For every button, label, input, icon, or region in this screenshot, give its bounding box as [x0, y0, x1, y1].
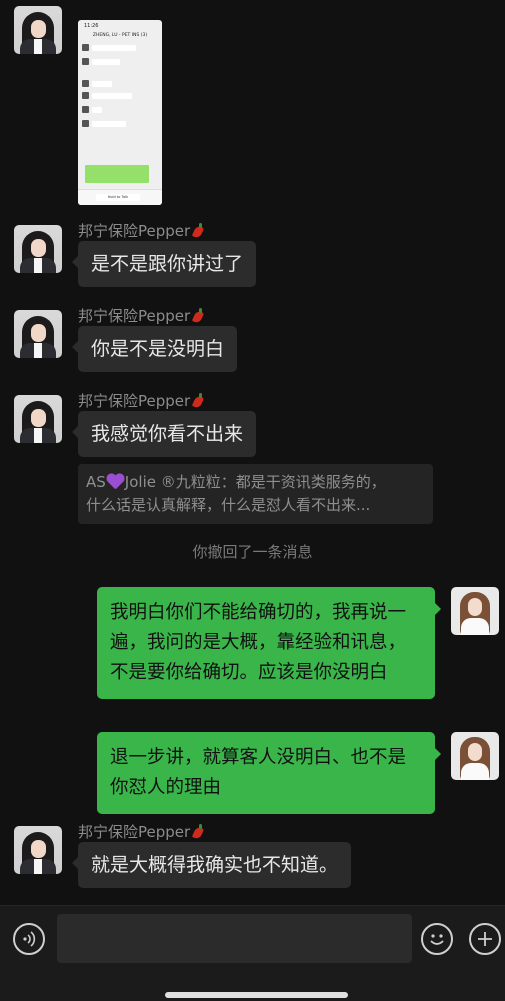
my-message-bubble[interactable]: 退一步讲，就算客人没明白、也不是你怼人的理由 [97, 732, 441, 814]
avatar-pepper[interactable] [14, 225, 62, 273]
sender-name: 邦宁保险Pepper [78, 821, 205, 842]
chat-input-bar [0, 905, 505, 1001]
thumbnail-chat-title: ZHENG, LU - PET INS (3) [92, 33, 148, 38]
message-bubble[interactable]: 我感觉你看不出来 [71, 411, 257, 457]
thumbnail-hold-to-talk: Hold to Talk [96, 194, 140, 201]
my-message-bubble[interactable]: 我明白你们不能给确切的，我再说一遍，我问的是大概，靠经验和讯息，不是要你给确切。… [97, 587, 441, 699]
avatar-pepper[interactable] [14, 310, 62, 358]
avatar-self[interactable] [451, 732, 499, 780]
thumbnail-status-time: 11:26 [84, 23, 99, 29]
sender-name: 邦宁保险Pepper [78, 390, 205, 411]
avatar-pepper[interactable] [14, 6, 62, 54]
emoji-icon[interactable] [421, 923, 453, 955]
plus-icon[interactable] [469, 923, 501, 955]
message-bubble[interactable]: 你是不是没明白 [71, 326, 238, 372]
message-bubble[interactable]: 是不是跟你讲过了 [71, 241, 257, 287]
purple-heart-icon [107, 473, 124, 490]
sender-name: 邦宁保险Pepper [78, 305, 205, 326]
chili-pepper-icon [192, 308, 205, 323]
message-bubble[interactable]: 就是大概得我确实也不知道。 [71, 842, 352, 888]
sender-name: 邦宁保险Pepper [78, 220, 205, 241]
avatar-self[interactable] [451, 587, 499, 635]
chili-pepper-icon [192, 393, 205, 408]
image-message-thumbnail[interactable]: 11:26 ZHENG, LU - PET INS (3) · Hold to … [78, 20, 162, 205]
quoted-message[interactable]: AS Jolie ®九粒粒：都是干资讯类服务的， 什么话是认真解释，什么是怼人看不… [78, 464, 433, 524]
chili-pepper-icon [192, 824, 205, 839]
home-indicator [165, 992, 348, 998]
avatar-pepper[interactable] [14, 826, 62, 874]
chili-pepper-icon [192, 223, 205, 238]
voice-icon[interactable] [13, 923, 45, 955]
recall-notice: 你撤回了一条消息 [192, 543, 313, 561]
avatar-pepper[interactable] [14, 395, 62, 443]
message-input[interactable] [57, 914, 412, 963]
